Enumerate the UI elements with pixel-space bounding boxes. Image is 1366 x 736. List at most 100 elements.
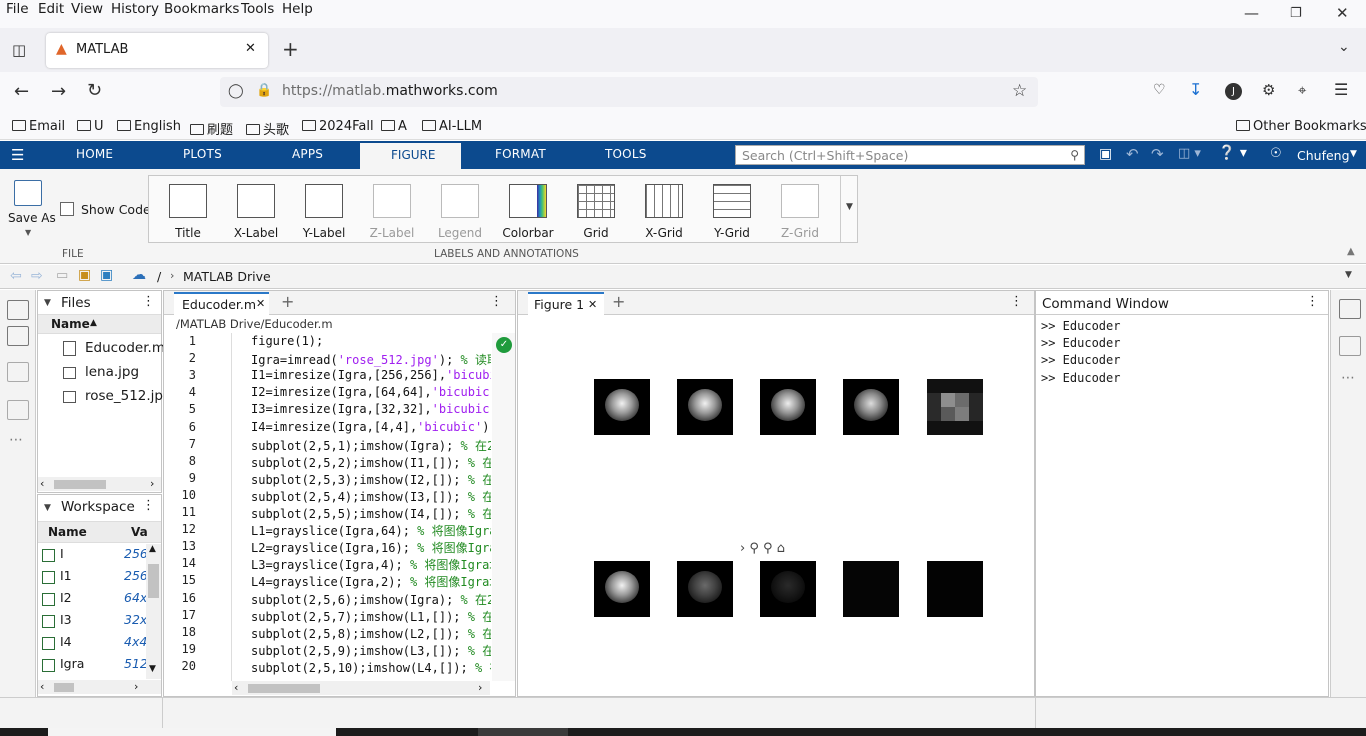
restore-view-home-icon[interactable]: ⌂ (777, 541, 785, 556)
files-options-icon[interactable]: ⋮ (142, 294, 155, 309)
code-line[interactable]: subplot(2,5,3);imshow(I2,[]); % 在2 (251, 471, 491, 488)
reload-icon[interactable]: ↻ (87, 80, 102, 101)
workspace-var-i4[interactable]: I4 4x4 (42, 634, 147, 656)
user-name[interactable]: Chufeng (1297, 148, 1350, 163)
files-hscrollbar[interactable]: ‹ › (38, 477, 161, 491)
tab-apps[interactable]: APPS (292, 147, 323, 161)
hamburger-menu-icon[interactable]: ☰ (11, 146, 24, 164)
command-window-panel[interactable]: Command Window ⋮ (1035, 290, 1329, 697)
subplot-i1[interactable] (677, 379, 733, 435)
editor-hscrollbar[interactable]: ‹ › (232, 681, 490, 695)
subplot-l4[interactable] (927, 561, 983, 617)
z-grid-button[interactable]: Z-Grid (770, 180, 830, 240)
tracking-shield-icon[interactable]: ◯ (228, 83, 244, 99)
close-editor-tab-icon[interactable]: ✕ (256, 297, 265, 310)
save-icon[interactable]: ▣ (1099, 146, 1112, 162)
files-header-row[interactable]: Name ▲ (38, 314, 161, 334)
zoom-out-icon[interactable]: ⚲ (763, 541, 773, 556)
bookmark-email[interactable]: Email (12, 119, 65, 134)
profile-avatar[interactable]: J (1225, 83, 1242, 100)
subplot-l1[interactable] (677, 561, 733, 617)
workspace-options-icon[interactable]: ⋮ (142, 498, 155, 513)
save-as-button[interactable]: Save As (8, 211, 56, 225)
close-window-icon[interactable]: ✕ (1336, 4, 1349, 22)
new-tab-icon[interactable]: + (282, 37, 299, 61)
toolstrip-search-input[interactable]: Search (Ctrl+Shift+Space) ⚲ (735, 145, 1085, 165)
taskbar-item[interactable] (478, 728, 568, 736)
property-inspector-icon[interactable] (1339, 299, 1361, 319)
bookmark-u[interactable]: U (77, 119, 104, 134)
files-name-column[interactable]: Name (51, 317, 90, 331)
path-history-dropdown-icon[interactable]: ▼ (1345, 270, 1352, 280)
bookmark-touge[interactable]: 头歌 (246, 119, 289, 138)
help-icon[interactable]: ❔ ▾ (1218, 145, 1247, 161)
bookmark-star-icon[interactable]: ☆ (1012, 81, 1027, 101)
workspace-vscrollbar[interactable]: ▲ ▼ (146, 544, 161, 679)
y-label-button[interactable]: Y-Label (294, 180, 354, 240)
subplot-l3[interactable] (843, 561, 899, 617)
more-buttons-dropdown-icon[interactable]: ▼ (840, 176, 858, 242)
url-text[interactable]: https://matlab.mathworks.com (282, 83, 498, 99)
tab-overview-icon[interactable]: ◫ (12, 41, 26, 59)
scroll-up-icon[interactable]: ▲ (149, 544, 156, 554)
x-label-button[interactable]: X-Label (226, 180, 286, 240)
code-line[interactable]: subplot(2,5,1);imshow(Igra); % 在2行 (251, 437, 491, 454)
restore-icon[interactable]: ❐ (1290, 6, 1302, 21)
folder-back-icon[interactable]: ⇦ (10, 268, 22, 284)
colorbar-button[interactable]: Colorbar (498, 180, 558, 240)
show-code-checkbox[interactable] (60, 202, 74, 216)
workspace-var-i3[interactable]: I3 32x3 (42, 612, 155, 634)
browse-folder-icon[interactable]: ▣ (78, 267, 91, 283)
code-line[interactable]: figure(1); (251, 334, 491, 348)
code-ok-check-icon[interactable]: ✓ (496, 337, 512, 353)
code-line[interactable]: L1=grayslice(Igra,64); % 将图像Igra (251, 522, 491, 539)
new-editor-tab-icon[interactable]: + (281, 292, 294, 311)
workspace-name-column[interactable]: Name (48, 525, 87, 539)
scroll-right-icon[interactable]: › (134, 680, 138, 693)
taskbar-active-window[interactable] (48, 728, 336, 736)
scroll-left-icon[interactable]: ‹ (40, 680, 44, 693)
undo-icon[interactable]: ↶ (1126, 145, 1139, 163)
code-line[interactable]: subplot(2,5,10);imshow(L4,[]); % 在 (251, 659, 491, 676)
pocket-icon[interactable]: ♡ (1153, 82, 1166, 98)
bookmark-english[interactable]: English (117, 119, 181, 134)
subplot-igra[interactable] (594, 379, 650, 435)
scroll-right-icon[interactable]: › (150, 477, 154, 490)
code-line[interactable]: L4=grayslice(Igra,2); % 将图像Igra均 (251, 573, 491, 590)
history-panel-icon[interactable] (7, 400, 29, 420)
command-window-options-icon[interactable]: ⋮ (1306, 294, 1319, 309)
new-figure-tab-icon[interactable]: + (612, 292, 625, 311)
tab-format[interactable]: FORMAT (495, 147, 546, 161)
url-bar[interactable]: ◯ 🔒 https://matlab.mathworks.com ☆ (220, 77, 1038, 107)
y-grid-button[interactable]: Y-Grid (702, 180, 762, 240)
scroll-thumb[interactable] (54, 683, 74, 692)
workspace-var-i1[interactable]: I1 256 (42, 568, 148, 590)
code-line[interactable]: L2=grayslice(Igra,16); % 将图像Igra (251, 539, 491, 556)
collapse-files-icon[interactable]: ▼ (44, 298, 51, 308)
code-line[interactable]: I1=imresize(Igra,[256,256],'bicubic' (251, 368, 491, 382)
workspace-header-row[interactable]: Name Va (38, 521, 161, 543)
scroll-left-icon[interactable]: ‹ (40, 477, 44, 490)
path-segment[interactable]: MATLAB Drive (183, 269, 271, 284)
cloud-drive-icon[interactable]: ☁ (132, 267, 146, 283)
menu-tools[interactable]: Tools (241, 1, 274, 17)
folder-forward-icon[interactable]: ⇨ (31, 268, 43, 284)
subplot-l2[interactable] (760, 561, 816, 617)
code-line[interactable]: subplot(2,5,9);imshow(L3,[]); % 在2 (251, 642, 491, 659)
collapse-toolstrip-icon[interactable]: ▲ (1347, 246, 1355, 257)
menu-view[interactable]: View (71, 1, 103, 17)
bookmark-a[interactable]: A (381, 119, 407, 134)
folder-up-icon[interactable]: ▭ (56, 268, 68, 283)
code-line[interactable]: subplot(2,5,7);imshow(L1,[]); % 在2 (251, 608, 491, 625)
bookmark-ai-llm[interactable]: AI-LLM (422, 119, 482, 134)
editor-tab-educoder[interactable]: Educoder.m ✕ (174, 292, 269, 315)
user-menu-chevron-icon[interactable]: ▼ (1350, 149, 1357, 159)
scroll-thumb[interactable] (54, 480, 106, 489)
workspace-var-i[interactable]: I 256 (42, 546, 148, 568)
collapse-workspace-icon[interactable]: ▼ (44, 503, 51, 513)
minimize-icon[interactable]: — (1244, 4, 1259, 22)
user-icon[interactable]: ☉ (1270, 146, 1282, 161)
bookmark-2024fall[interactable]: 2024Fall (302, 119, 374, 134)
code-line[interactable]: subplot(2,5,8);imshow(L2,[]); % 在2 (251, 625, 491, 642)
workspace-value-column[interactable]: Va (131, 525, 148, 539)
